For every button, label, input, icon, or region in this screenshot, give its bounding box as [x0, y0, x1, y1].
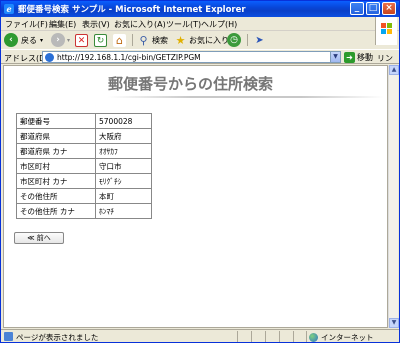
menu-bar: ファイル(F) 編集(E) 表示(V) お気に入り(A) ツール(T) ヘルプ(… — [1, 17, 399, 31]
history-icon: ◷ — [227, 33, 241, 47]
status-pane — [293, 331, 305, 342]
maximize-button[interactable]: □ — [366, 2, 380, 15]
page-content: 郵便番号からの住所検索 郵便番号 5700028 都道府県 大阪府 都道府県 カ… — [3, 65, 388, 328]
menu-file[interactable]: ファイル(F) — [5, 19, 48, 30]
refresh-icon: ↻ — [94, 33, 107, 47]
row-label: 都道府県 — [16, 128, 96, 144]
ie-icon: e — [4, 4, 14, 14]
go-arrow-icon: ➜ — [344, 52, 355, 63]
status-pane — [265, 331, 277, 342]
go-label: 移動 — [357, 53, 373, 62]
menu-tools[interactable]: ツール(T) — [166, 19, 201, 30]
address-result-table: 郵便番号 5700028 都道府県 大阪府 都道府県 カナ ｵｵｻｶﾌ 市区町村… — [16, 113, 152, 219]
row-label: その他住所 カナ — [16, 203, 96, 219]
row-value: 大阪府 — [95, 128, 152, 144]
toolbar: ‹ 戻る ▾ › ▾ ✕ ↻ ⌂ ⚲ 検索 ★ お気に入り ◷ ➤ — [1, 31, 377, 49]
row-label: その他住所 — [16, 188, 96, 204]
internet-globe-icon — [309, 333, 318, 342]
back-label: 戻る — [21, 35, 37, 45]
toolbar-separator — [247, 34, 248, 46]
back-arrow-icon: ‹ — [4, 33, 18, 47]
security-zone: インターネット — [309, 332, 374, 343]
menu-view[interactable]: 表示(V) — [82, 19, 110, 30]
menu-edit[interactable]: 編集(E) — [49, 19, 76, 30]
row-label: 市区町村 カナ — [16, 173, 96, 189]
table-row: 都道府県 カナ ｵｵｻｶﾌ — [16, 143, 152, 159]
menu-help[interactable]: ヘルプ(H) — [201, 19, 237, 30]
status-pane — [251, 331, 263, 342]
browser-window: e 郵便番号検索 サンプル - Microsoft Internet Explo… — [0, 0, 400, 343]
home-button[interactable]: ⌂ — [113, 32, 126, 48]
forward-arrow-icon: › — [51, 33, 65, 47]
status-text: ページが表示されました — [16, 333, 99, 342]
row-label: 郵便番号 — [16, 113, 96, 129]
search-label: 検索 — [152, 35, 168, 45]
row-label: 市区町村 — [16, 158, 96, 174]
status-bar: ページが表示されました インターネット — [1, 329, 399, 342]
row-value: 5700028 — [95, 113, 152, 129]
cursor-tool-button[interactable]: ➤ — [253, 32, 266, 48]
status-pane — [279, 331, 291, 342]
search-icon: ⚲ — [139, 33, 148, 47]
page-title: 郵便番号からの住所検索 — [108, 75, 274, 93]
title-bar[interactable]: e 郵便番号検索 サンプル - Microsoft Internet Explo… — [1, 1, 399, 17]
status-pane — [237, 331, 249, 342]
row-label: 都道府県 カナ — [16, 143, 96, 159]
table-row: 都道府県 大阪府 — [16, 128, 152, 144]
table-row: 市区町村 カナ ﾓﾘｸﾞﾁｼ — [16, 173, 152, 189]
refresh-button[interactable]: ↻ — [94, 32, 107, 48]
windows-logo — [375, 17, 397, 45]
go-button[interactable]: ➜ 移動 — [344, 52, 373, 63]
favorites-button[interactable]: ★ お気に入り — [174, 32, 229, 48]
minimize-button[interactable]: _ — [350, 2, 364, 15]
stop-button[interactable]: ✕ — [75, 32, 88, 48]
window-title: 郵便番号検索 サンプル - Microsoft Internet Explore… — [18, 5, 246, 15]
address-input[interactable]: http://192.168.1.1/cgi-bin/GETZIP.PGM ▼ — [42, 51, 341, 63]
table-row: その他住所 本町 — [16, 188, 152, 204]
vertical-scrollbar[interactable]: ▲ ▼ — [388, 65, 399, 328]
address-dropdown-icon[interactable]: ▼ — [330, 52, 340, 62]
row-value: ｵｵｻｶﾌ — [95, 143, 152, 159]
windows-flag-icon — [381, 23, 393, 35]
table-row: その他住所 カナ ﾎﾝﾏﾁ — [16, 203, 152, 219]
search-button[interactable]: ⚲ 検索 — [137, 32, 168, 48]
favorites-star-icon: ★ — [175, 33, 186, 47]
previous-button[interactable]: ≪ 前へ — [14, 232, 64, 244]
table-row: 市区町村 守口市 — [16, 158, 152, 174]
row-value: ﾓﾘｸﾞﾁｼ — [95, 173, 152, 189]
pointer-icon: ➤ — [255, 34, 264, 46]
page-status-icon — [4, 332, 13, 341]
stop-icon: ✕ — [75, 33, 88, 47]
row-value: 本町 — [95, 188, 152, 204]
favorites-label: お気に入り — [189, 35, 229, 45]
row-value: 守口市 — [95, 158, 152, 174]
home-icon: ⌂ — [113, 33, 126, 47]
scroll-down-icon[interactable]: ▼ — [389, 318, 399, 328]
title-rule — [108, 96, 384, 98]
forward-dropdown-icon: ▾ — [67, 36, 71, 44]
toolbar-separator — [132, 34, 133, 46]
address-bar: アドレス(D) http://192.168.1.1/cgi-bin/GETZI… — [1, 49, 399, 74]
back-button[interactable]: ‹ 戻る ▾ — [4, 32, 43, 48]
page-icon — [45, 53, 54, 62]
scroll-up-icon[interactable]: ▲ — [389, 65, 399, 75]
back-dropdown-icon: ▾ — [40, 36, 44, 44]
history-button[interactable]: ◷ — [227, 32, 241, 48]
forward-button[interactable]: › ▾ — [51, 32, 70, 48]
address-url: http://192.168.1.1/cgi-bin/GETZIP.PGM — [57, 53, 201, 62]
close-button[interactable]: × — [382, 2, 396, 15]
zone-label: インターネット — [321, 333, 374, 342]
row-value: ﾎﾝﾏﾁ — [95, 203, 152, 219]
table-row: 郵便番号 5700028 — [16, 113, 152, 129]
menu-favorites[interactable]: お気に入り(A) — [114, 19, 166, 30]
